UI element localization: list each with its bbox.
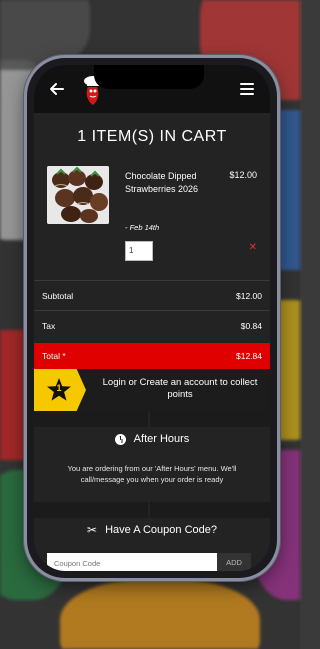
after-hours-message: You are ordering from our 'After Hours' … — [67, 464, 237, 484]
loyalty-badge: 1 — [34, 369, 86, 411]
item-name: Chocolate Dipped Strawberries 2026 — [125, 171, 199, 194]
loyalty-banner[interactable]: 1 Login or Create an account to collect … — [34, 369, 270, 411]
after-hours-heading: After Hours — [34, 433, 270, 445]
coupon-heading: ✂ Have A Coupon Code? — [34, 524, 270, 536]
scissors-icon: ✂ — [87, 523, 98, 537]
cart-item: Chocolate Dipped Strawberries 2026 - Feb… — [47, 166, 257, 266]
item-note: - Feb 14th — [125, 223, 160, 232]
subtotal-value: $12.00 — [236, 291, 262, 301]
section-separator — [34, 502, 270, 518]
clock-icon — [114, 433, 126, 445]
after-hours-title: After Hours — [133, 433, 190, 445]
phone-frame: 1 ITEM(S) IN CART Chocolate Dipped Straw… — [27, 58, 277, 578]
coupon-code-input[interactable] — [47, 553, 217, 571]
quantity-input[interactable]: 1 — [125, 241, 153, 261]
total-row: Total * $12.84 — [34, 343, 270, 369]
phone-notch — [94, 65, 204, 89]
coupon-title: Have A Coupon Code? — [105, 524, 217, 536]
subtotal-label: Subtotal — [42, 291, 74, 301]
add-coupon-button[interactable]: ADD — [217, 553, 251, 571]
close-x-icon[interactable]: ✕ — [249, 242, 257, 253]
section-separator — [34, 411, 270, 427]
loyalty-message[interactable]: Login or Create an account to collect po… — [96, 377, 264, 401]
total-value: $12.84 — [236, 351, 262, 361]
hamburger-menu-icon[interactable] — [240, 83, 254, 95]
tax-label: Tax — [42, 321, 56, 331]
tax-value: $0.84 — [240, 321, 262, 331]
arrow-left-icon[interactable] — [50, 79, 70, 100]
item-price: $12.00 — [229, 170, 257, 180]
divider — [34, 310, 270, 311]
divider — [34, 280, 270, 281]
tax-row: Tax $0.84 — [34, 313, 270, 339]
cart-content: 1 ITEM(S) IN CART Chocolate Dipped Straw… — [34, 113, 270, 571]
loyalty-points-count: 1 — [56, 383, 62, 393]
app-screen: 1 ITEM(S) IN CART Chocolate Dipped Straw… — [34, 65, 270, 571]
top-bar — [34, 65, 270, 113]
item-image — [47, 166, 109, 224]
total-label: Total * — [42, 351, 66, 361]
cart-title: 1 ITEM(S) IN CART — [77, 128, 227, 145]
subtotal-row: Subtotal $12.00 — [34, 283, 270, 309]
